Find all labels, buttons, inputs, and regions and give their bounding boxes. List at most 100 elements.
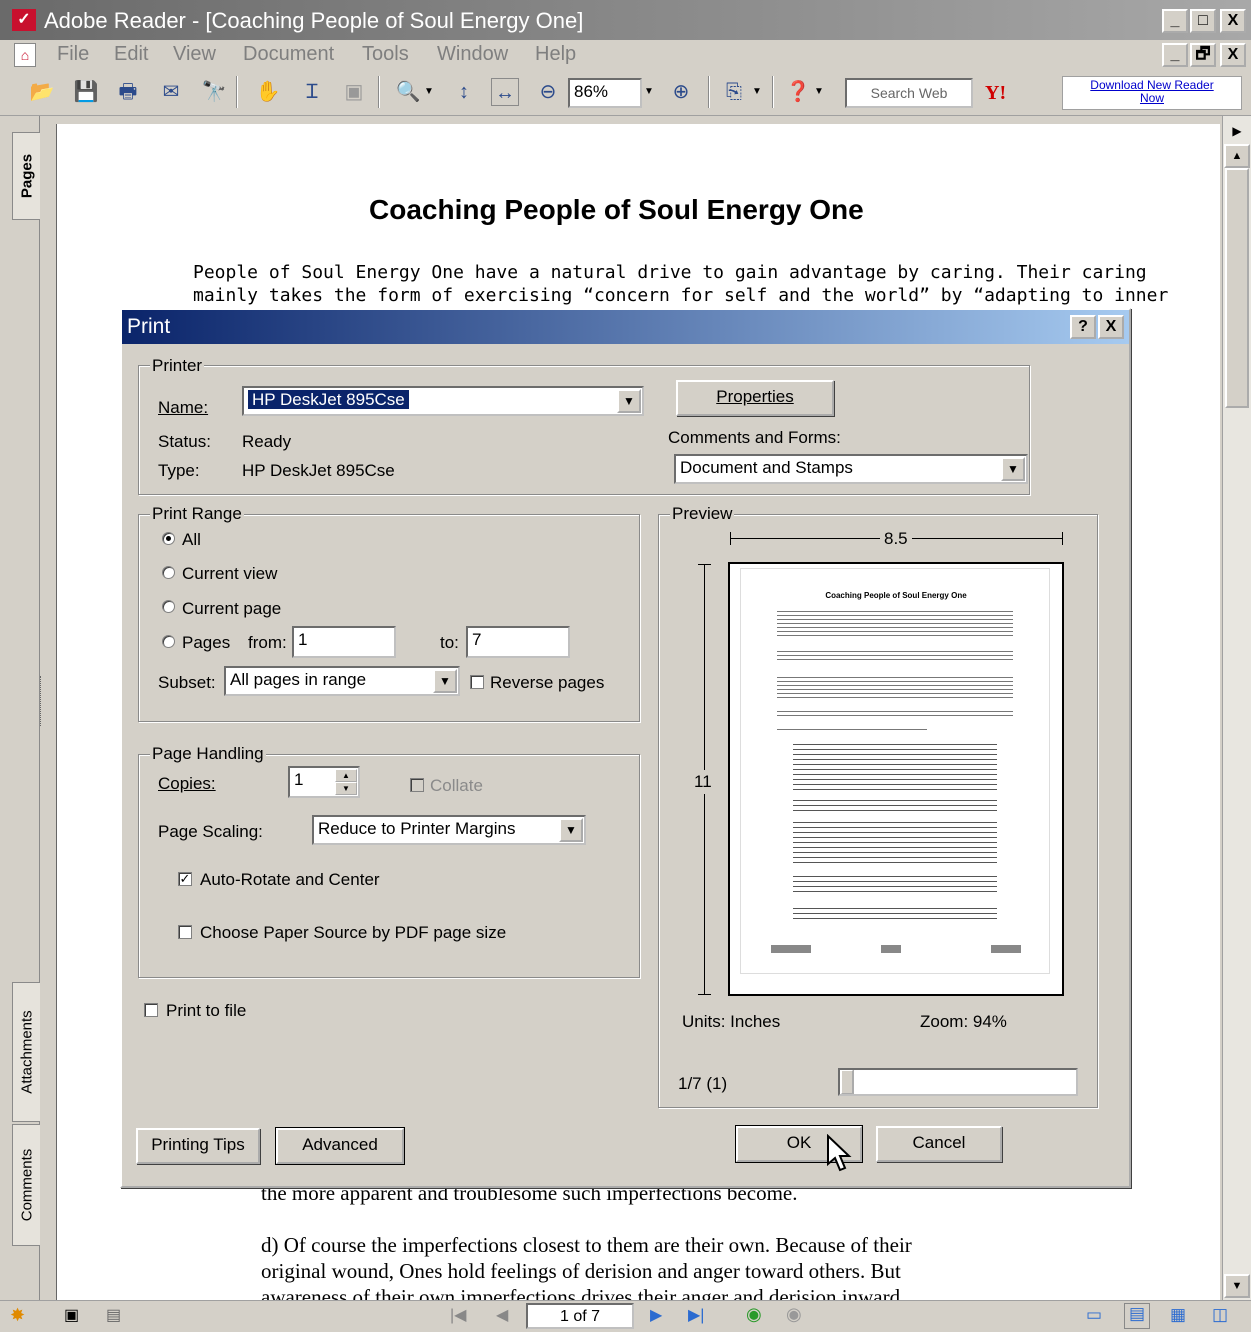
range-all-label[interactable]: All xyxy=(182,530,201,550)
tab-comments[interactable]: Comments xyxy=(12,1124,40,1246)
panel-menu-arrow-icon[interactable]: ▶ xyxy=(1227,120,1247,142)
comments-forms-select[interactable]: Document and Stamps ▼ xyxy=(674,454,1028,484)
paper-source-checkbox[interactable] xyxy=(178,925,192,939)
auto-rotate-label[interactable]: Auto-Rotate and Center xyxy=(200,870,380,890)
properties-button[interactable]: Properties xyxy=(676,380,834,416)
comments-forms-dropdown-icon[interactable]: ▼ xyxy=(1001,457,1025,481)
doc-close-button[interactable]: X xyxy=(1220,43,1246,67)
scroll-thumb[interactable] xyxy=(1225,168,1249,408)
download-new-reader-link[interactable]: Download New Reader Now xyxy=(1062,76,1242,110)
vertical-scrollbar[interactable]: ▶ ▲ ▼ xyxy=(1222,116,1251,1300)
menu-document[interactable]: Document xyxy=(243,43,334,66)
printer-name-select[interactable]: HP DeskJet 895Cse ▼ xyxy=(242,386,644,416)
page-icon[interactable]: ▤ xyxy=(106,1305,121,1325)
advanced-button[interactable]: Advanced xyxy=(275,1127,405,1165)
copies-down-icon[interactable]: ▼ xyxy=(335,782,357,795)
monitor-icon[interactable]: ▣ xyxy=(64,1305,79,1325)
close-button[interactable]: X xyxy=(1220,9,1246,33)
copies-up-icon[interactable]: ▲ xyxy=(335,769,357,782)
email-icon[interactable]: ✉ xyxy=(157,78,185,106)
preview-page-slider[interactable] xyxy=(838,1068,1078,1096)
fit-width-icon[interactable]: ↔ xyxy=(491,78,519,106)
hand-tool-icon[interactable]: ✋ xyxy=(254,78,282,106)
snapshot-icon[interactable]: ▣ xyxy=(340,78,368,106)
cancel-button[interactable]: Cancel xyxy=(876,1126,1002,1162)
yahoo-icon[interactable]: Y! xyxy=(985,82,1006,105)
collate-label[interactable]: Collate xyxy=(430,776,483,796)
print-dialog: Print ? X Printer Name: HP DeskJet 895Cs… xyxy=(120,308,1131,1188)
range-all-radio[interactable] xyxy=(162,532,175,545)
zoom-in-icon[interactable]: ⊕ xyxy=(667,78,695,106)
zoom-in-tool-icon[interactable]: 🔍 xyxy=(394,78,422,106)
pages-to-input[interactable]: 7 xyxy=(466,626,570,658)
copies-stepper[interactable]: 1 ▲ ▼ xyxy=(288,766,360,798)
tab-attachments[interactable]: Attachments xyxy=(12,982,40,1122)
range-pages-label[interactable]: Pages xyxy=(182,633,230,653)
page-scaling-dropdown-icon[interactable]: ▼ xyxy=(559,818,583,842)
go-back-icon[interactable]: ◉ xyxy=(746,1304,762,1325)
select-text-icon[interactable]: Ɪ xyxy=(298,78,326,106)
printing-tips-button[interactable]: Printing Tips xyxy=(136,1128,260,1164)
page-number-input[interactable]: 1 of 7 xyxy=(526,1303,634,1329)
save-icon[interactable]: 💾 xyxy=(72,78,100,106)
go-forward-icon[interactable]: ◉ xyxy=(786,1304,802,1325)
doc-minimize-button[interactable]: _ xyxy=(1162,43,1188,67)
print-to-file-checkbox[interactable] xyxy=(144,1003,158,1017)
page-scaling-select[interactable]: Reduce to Printer Margins ▼ xyxy=(312,815,586,845)
pages-from-input[interactable]: 1 xyxy=(292,626,396,658)
zoom-input[interactable]: 86% xyxy=(568,78,642,108)
minimize-button[interactable]: _ xyxy=(1162,9,1188,33)
rotate-dropdown-icon[interactable]: ▼ xyxy=(750,78,764,106)
single-page-icon[interactable]: ▭ xyxy=(1086,1305,1102,1325)
scroll-down-button[interactable]: ▼ xyxy=(1224,1274,1250,1298)
help-icon[interactable]: ❓ xyxy=(784,78,812,106)
menu-file[interactable]: File xyxy=(57,43,89,66)
status-bar: ✸ ▣ ▤ |◀ ◀ 1 of 7 ▶ ▶| ◉ ◉ ▭ ▤ ▦ ◫ xyxy=(0,1300,1251,1332)
range-pages-radio[interactable] xyxy=(162,635,175,648)
dialog-help-button[interactable]: ? xyxy=(1070,315,1096,339)
tab-pages[interactable]: Pages xyxy=(12,132,40,220)
printer-dropdown-icon[interactable]: ▼ xyxy=(617,389,641,413)
range-current-page-label[interactable]: Current page xyxy=(182,599,281,619)
menu-tools[interactable]: Tools xyxy=(362,43,409,66)
next-page-icon[interactable]: ▶ xyxy=(650,1305,662,1325)
preview-slider-thumb[interactable] xyxy=(840,1070,854,1094)
reverse-pages-label[interactable]: Reverse pages xyxy=(490,673,604,693)
previous-page-icon[interactable]: ◀ xyxy=(496,1305,508,1325)
scroll-up-button[interactable]: ▲ xyxy=(1224,144,1250,168)
range-current-view-label[interactable]: Current view xyxy=(182,564,277,584)
collate-checkbox[interactable] xyxy=(410,778,424,792)
subset-dropdown-icon[interactable]: ▼ xyxy=(433,669,457,693)
menu-edit[interactable]: Edit xyxy=(114,43,148,66)
reverse-pages-checkbox[interactable] xyxy=(470,675,484,689)
print-icon[interactable]: 🖶 xyxy=(114,78,142,106)
auto-rotate-checkbox[interactable]: ✓ xyxy=(178,872,192,886)
dialog-close-button[interactable]: X xyxy=(1098,315,1124,339)
doc-restore-button[interactable]: 🗗 xyxy=(1190,43,1216,67)
updates-icon[interactable]: ✸ xyxy=(10,1305,25,1326)
menu-window[interactable]: Window xyxy=(437,43,508,66)
range-current-page-radio[interactable] xyxy=(162,600,175,613)
find-icon[interactable]: 🔭 xyxy=(200,78,228,106)
dropdown-arrow-icon[interactable]: ▼ xyxy=(422,78,436,106)
menu-view[interactable]: View xyxy=(173,43,216,66)
range-current-view-radio[interactable] xyxy=(162,566,175,579)
subset-select[interactable]: All pages in range ▼ xyxy=(224,666,460,696)
panel-resize-handle[interactable] xyxy=(40,676,46,726)
zoom-out-icon[interactable]: ⊖ xyxy=(534,78,562,106)
continuous-facing-icon[interactable]: ▦ xyxy=(1170,1305,1186,1325)
continuous-icon[interactable]: ▤ xyxy=(1124,1303,1150,1329)
actual-size-icon[interactable]: ↕ xyxy=(450,78,478,106)
help-dropdown-icon[interactable]: ▼ xyxy=(812,78,826,106)
print-to-file-label[interactable]: Print to file xyxy=(166,1001,246,1021)
last-page-icon[interactable]: ▶| xyxy=(688,1305,704,1325)
zoom-dropdown-icon[interactable]: ▼ xyxy=(642,78,656,106)
search-web-input[interactable]: Search Web xyxy=(845,78,973,108)
open-icon[interactable]: 📂 xyxy=(28,78,56,106)
paper-source-label[interactable]: Choose Paper Source by PDF page size xyxy=(200,923,506,943)
facing-icon[interactable]: ◫ xyxy=(1212,1305,1228,1325)
rotate-view-icon[interactable]: ⎘ xyxy=(720,78,748,106)
menu-help[interactable]: Help xyxy=(535,43,576,66)
maximize-button[interactable]: □ xyxy=(1190,9,1216,33)
first-page-icon[interactable]: |◀ xyxy=(450,1305,466,1325)
